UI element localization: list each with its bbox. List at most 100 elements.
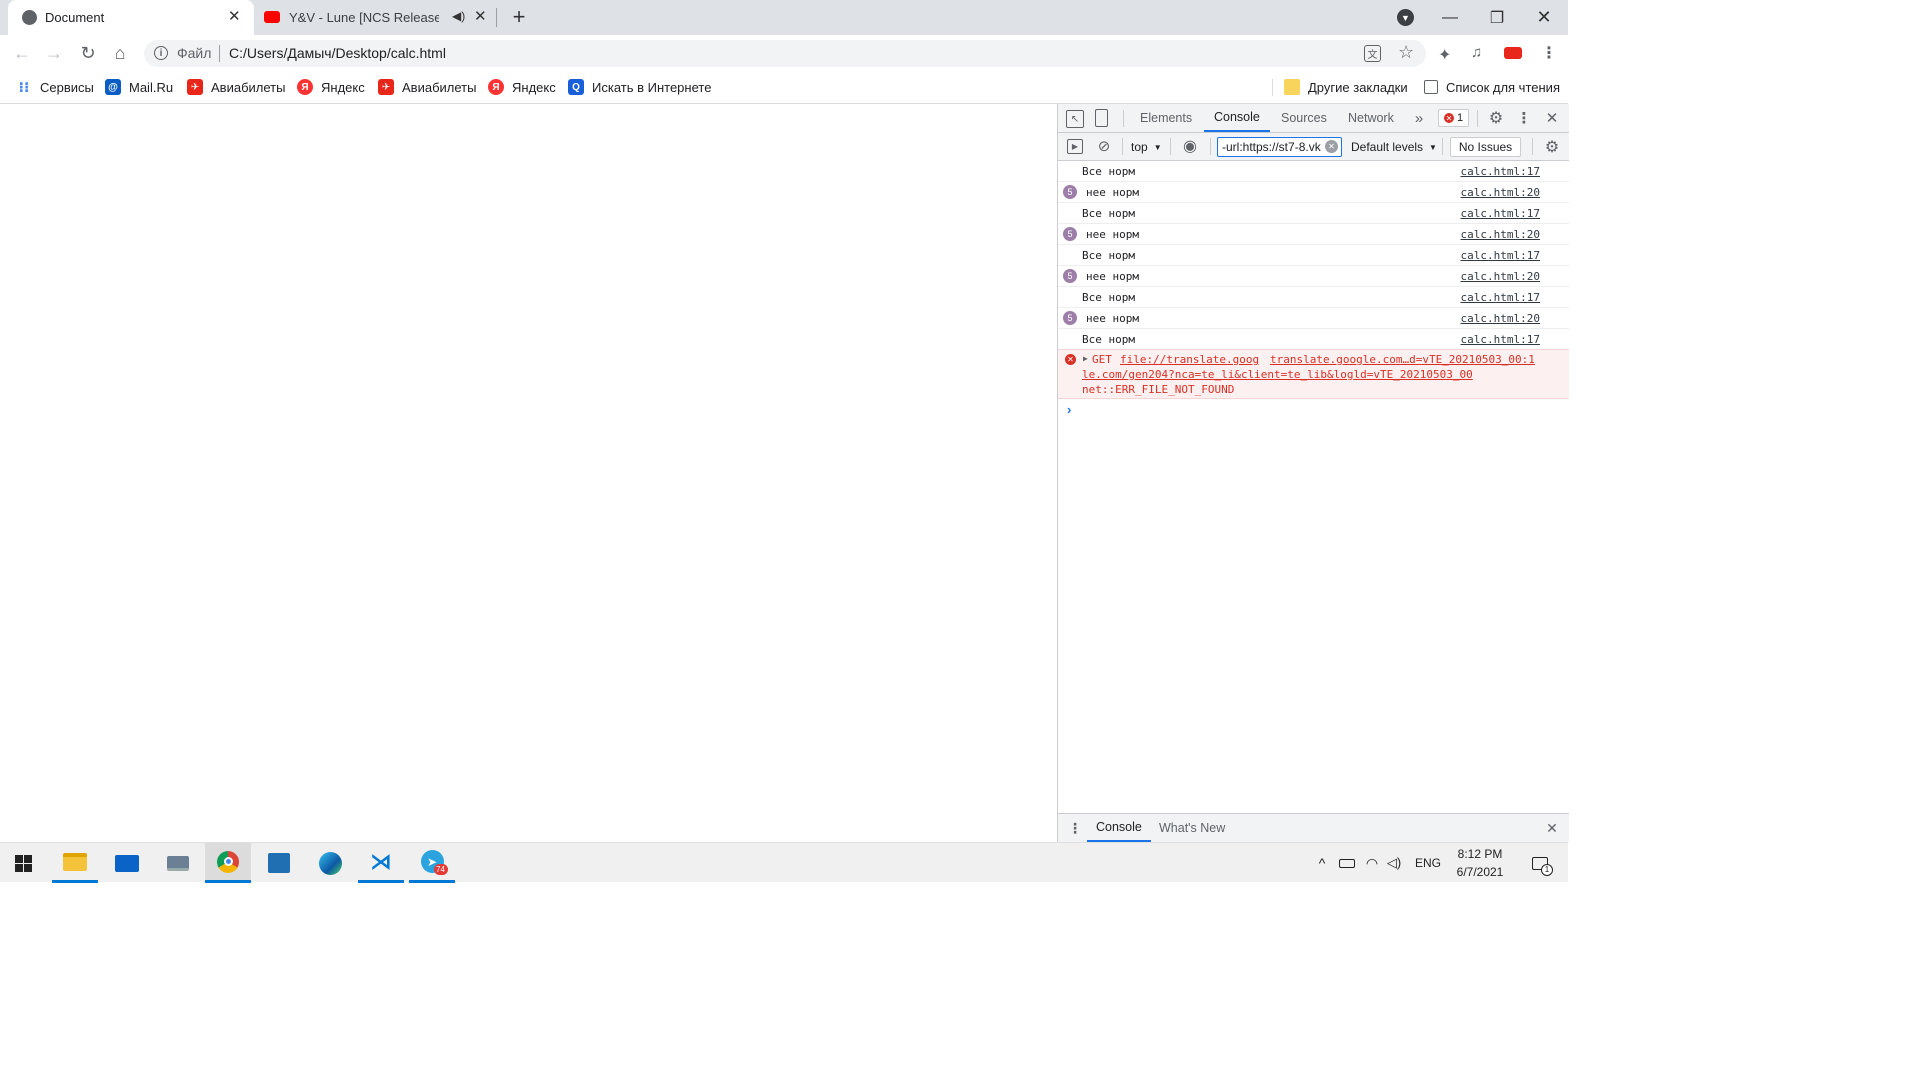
- wifi-icon[interactable]: ◠: [1362, 843, 1382, 883]
- sidebar-toggle-icon[interactable]: ▶: [1067, 139, 1083, 154]
- taskbar-app-chrome[interactable]: [205, 843, 251, 883]
- bookmarks-bar: ⁝⁝ Сервисы @ Mail.Ru ✈ Авиабилеты Я Янде…: [0, 71, 1568, 104]
- bookmark-star-icon[interactable]: ☆: [1398, 42, 1414, 63]
- reading-list[interactable]: Список для чтения: [1424, 71, 1560, 103]
- omnibox[interactable]: i Файл C:/Users/Дамыч/Desktop/calc.html …: [144, 40, 1426, 67]
- taskbar-app-edge[interactable]: [307, 843, 353, 883]
- log-source-link[interactable]: calc.html:20: [1461, 270, 1540, 283]
- url-text[interactable]: C:/Users/Дамыч/Desktop/calc.html: [229, 45, 446, 61]
- log-row: 5 нее норм calc.html:20: [1058, 182, 1569, 203]
- error-url-link[interactable]: file://translate.goog: [1120, 353, 1259, 366]
- log-source-link[interactable]: calc.html:17: [1461, 207, 1540, 220]
- close-icon[interactable]: ✕: [228, 7, 241, 25]
- reload-icon[interactable]: ↻: [72, 35, 104, 71]
- error-source-link[interactable]: translate.google.com…d=vTE_20210503_00:1: [1270, 353, 1535, 366]
- tab-document[interactable]: Document ✕: [8, 0, 254, 35]
- bookmark-label: Яндекс: [321, 79, 365, 95]
- new-tab-button[interactable]: +: [505, 3, 533, 31]
- taskbar-app-vscode[interactable]: ⋊: [358, 843, 404, 883]
- clear-filter-icon[interactable]: ✕: [1325, 140, 1338, 153]
- settings-gear-icon[interactable]: ⚙: [1487, 109, 1505, 127]
- battery-icon[interactable]: [1336, 843, 1358, 883]
- language-indicator[interactable]: ENG: [1412, 843, 1444, 883]
- drawer-tab-whats-new[interactable]: What's New: [1159, 814, 1225, 842]
- live-expression-eye-icon[interactable]: ◉: [1180, 138, 1200, 155]
- devtools-menu-icon[interactable]: ⋮: [1516, 109, 1532, 127]
- show-hidden-icons[interactable]: ^: [1313, 843, 1331, 883]
- log-source-link[interactable]: calc.html:17: [1461, 291, 1540, 304]
- console-prompt-icon[interactable]: ›: [1067, 402, 1071, 417]
- bookmark-search[interactable]: Q Искать в Интернете: [568, 71, 711, 103]
- taskbar-app-photos[interactable]: [256, 843, 302, 883]
- more-tabs-icon[interactable]: »: [1411, 109, 1427, 127]
- extensions-icon[interactable]: ✦: [1438, 45, 1456, 64]
- other-bookmarks[interactable]: Другие закладки: [1284, 71, 1408, 103]
- device-toolbar-icon[interactable]: [1095, 109, 1108, 127]
- console-filter-input[interactable]: -url:https://st7-8.vk ✕: [1217, 137, 1342, 157]
- back-icon[interactable]: ←: [6, 35, 38, 71]
- restore-button[interactable]: ❐: [1474, 0, 1520, 35]
- inspect-element-icon[interactable]: ↖: [1066, 110, 1084, 128]
- tab-sources[interactable]: Sources: [1281, 104, 1327, 132]
- reading-list-label: Список для чтения: [1446, 79, 1560, 95]
- notifications-button[interactable]: 1: [1520, 843, 1560, 883]
- log-source-link[interactable]: calc.html:20: [1461, 186, 1540, 199]
- close-drawer-icon[interactable]: ✕: [1544, 820, 1560, 836]
- error-message: net::ERR_FILE_NOT_FOUND: [1082, 383, 1235, 396]
- error-counter[interactable]: ✕ 1: [1438, 109, 1469, 127]
- expand-triangle-icon[interactable]: ▶: [1083, 354, 1088, 363]
- extension-red-icon[interactable]: [1504, 47, 1522, 59]
- close-icon[interactable]: ✕: [474, 7, 487, 25]
- drawer-tab-console[interactable]: Console: [1087, 814, 1151, 842]
- taskbar-app-telegram[interactable]: ➤ 74: [409, 843, 455, 883]
- log-source-link[interactable]: calc.html:17: [1461, 249, 1540, 262]
- search-icon: Q: [568, 79, 584, 95]
- log-source-link[interactable]: calc.html:20: [1461, 312, 1540, 325]
- repeat-count-badge: 5: [1063, 227, 1077, 241]
- start-button[interactable]: [0, 843, 46, 883]
- log-source-link[interactable]: calc.html:17: [1461, 333, 1540, 346]
- taskbar-app-explorer[interactable]: [52, 843, 98, 883]
- bookmark-aviasales-1[interactable]: ✈ Авиабилеты: [187, 71, 285, 103]
- console-settings-gear-icon[interactable]: ⚙: [1543, 138, 1561, 156]
- taskbar-app-laptop[interactable]: [155, 843, 201, 883]
- bookmark-mailru[interactable]: @ Mail.Ru: [105, 71, 173, 103]
- log-row: 5 нее норм calc.html:20: [1058, 266, 1569, 287]
- tab-console[interactable]: Console: [1204, 104, 1270, 132]
- tab-title: Document: [45, 10, 105, 25]
- chrome-menu-icon[interactable]: ⋮: [1541, 43, 1557, 63]
- close-devtools-icon[interactable]: ✕: [1544, 109, 1560, 127]
- tab-network[interactable]: Network: [1348, 104, 1394, 132]
- bookmark-yandex-2[interactable]: Я Яндекс: [488, 71, 556, 103]
- tab-search-icon[interactable]: ▼: [1397, 9, 1414, 26]
- drawer-menu-icon[interactable]: ⋮: [1067, 820, 1083, 836]
- info-icon[interactable]: i: [154, 46, 168, 60]
- bookmark-aviasales-2[interactable]: ✈ Авиабилеты: [378, 71, 476, 103]
- tab-youtube[interactable]: Y&V - Lune [NCS Release] - YouTube ◀) ✕: [254, 0, 496, 35]
- log-source-link[interactable]: calc.html:17: [1461, 165, 1540, 178]
- taskbar-app-mail[interactable]: [104, 843, 150, 883]
- home-icon[interactable]: ⌂: [104, 35, 136, 71]
- bookmark-services[interactable]: ⁝⁝ Сервисы: [16, 71, 94, 103]
- media-control-icon[interactable]: ♫: [1471, 44, 1491, 62]
- issues-button[interactable]: No Issues: [1450, 137, 1521, 157]
- log-levels-dropdown[interactable]: Default levels ▼: [1351, 139, 1437, 155]
- context-selector[interactable]: top ▼: [1131, 139, 1162, 155]
- devtools-divider: [1170, 138, 1171, 155]
- translate-icon[interactable]: 文: [1364, 45, 1381, 62]
- speaker-icon[interactable]: ◀): [452, 9, 465, 23]
- volume-icon[interactable]: ◁): [1384, 843, 1404, 883]
- clear-console-icon[interactable]: ⊘: [1096, 138, 1112, 155]
- log-message: Все норм: [1082, 165, 1135, 178]
- minimize-button[interactable]: —: [1427, 0, 1473, 35]
- clock[interactable]: 8:12 PM 6/7/2021: [1450, 843, 1510, 883]
- forward-icon[interactable]: →: [38, 35, 70, 71]
- windows-taskbar: ⋊ ➤ 74 ^ ◠ ◁) ENG 8:12 PM 6/7/2021 1: [0, 842, 1568, 883]
- filter-value: -url:https://st7-8.vk: [1222, 140, 1321, 154]
- page-viewport[interactable]: [0, 104, 1057, 842]
- tab-elements[interactable]: Elements: [1140, 104, 1192, 132]
- bookmark-yandex-1[interactable]: Я Яндекс: [297, 71, 365, 103]
- close-window-button[interactable]: ✕: [1521, 0, 1567, 35]
- log-source-link[interactable]: calc.html:20: [1461, 228, 1540, 241]
- error-url-link-continued[interactable]: le.com/gen204?nca=te_li&client=te_lib&lo…: [1082, 368, 1473, 381]
